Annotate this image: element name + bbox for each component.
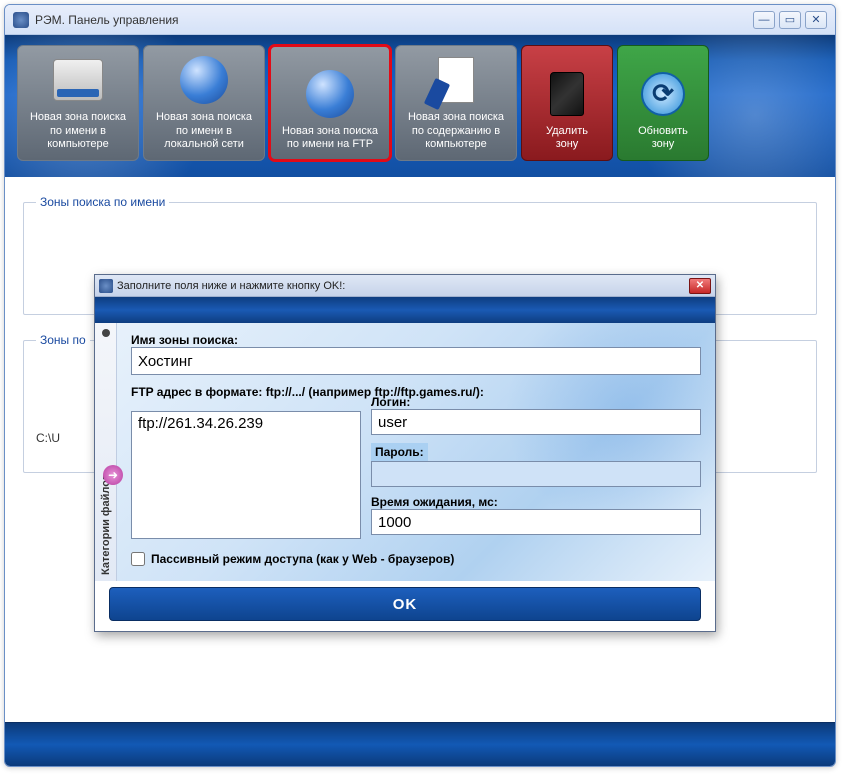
toolbar-label: Новая зона поиска по имени в компьютере — [30, 111, 126, 152]
dialog-stripe — [95, 297, 715, 323]
passive-mode-label: Пассивный режим доступа (как у Web - бра… — [151, 552, 454, 566]
toolbar-label: Удалить зону — [546, 125, 588, 153]
toolbar: Новая зона поиска по имени в компьютере Н… — [5, 35, 835, 177]
passive-mode-checkbox[interactable] — [131, 552, 145, 566]
group-legend-name: Зоны поиска по имени — [36, 195, 169, 209]
login-input[interactable] — [371, 409, 701, 435]
globe-icon — [300, 69, 360, 119]
doc-icon — [426, 55, 486, 105]
ftp-zone-dialog: Заполните поля ниже и нажмите кнопку OK!… — [94, 274, 716, 632]
ok-button[interactable]: OK — [109, 587, 701, 621]
close-button[interactable]: ✕ — [805, 11, 827, 29]
dialog-close-button[interactable]: ✕ — [689, 278, 711, 294]
globe-icon — [174, 55, 234, 105]
dialog-title: Заполните поля ниже и нажмите кнопку OK!… — [117, 280, 689, 292]
toolbar-label: Новая зона поиска по содержанию в компью… — [408, 111, 504, 152]
app-icon — [13, 12, 29, 28]
refresh-icon: ⟳ — [633, 69, 693, 119]
hdd-icon — [48, 55, 108, 105]
maximize-button[interactable]: ▭ — [779, 11, 801, 29]
window-title: РЭМ. Панель управления — [35, 13, 753, 27]
password-label: Пароль: — [371, 443, 428, 461]
toolbar-label: Новая зона поиска по имени на FTP — [282, 125, 378, 153]
toolbar-new-zone-computer[interactable]: Новая зона поиска по имени в компьютере — [17, 45, 139, 161]
toolbar-new-zone-content[interactable]: Новая зона поиска по содержанию в компью… — [395, 45, 517, 161]
trash-icon — [537, 69, 597, 119]
sidebar-label: Категории файлов — [100, 343, 112, 575]
toolbar-new-zone-ftp[interactable]: Новая зона поиска по имени на FTP — [269, 45, 391, 161]
zone-name-input[interactable] — [131, 347, 701, 375]
password-input[interactable] — [371, 461, 701, 487]
toolbar-new-zone-lan[interactable]: Новая зона поиска по имени в локальной с… — [143, 45, 265, 161]
dialog-icon — [99, 279, 113, 293]
ftp-address-input[interactable] — [131, 411, 361, 539]
login-label: Логин: — [371, 395, 701, 409]
dialog-titlebar: Заполните поля ниже и нажмите кнопку OK!… — [95, 275, 715, 297]
dialog-sidebar[interactable]: Категории файлов — [95, 323, 117, 581]
timeout-label: Время ожидания, мс: — [371, 495, 701, 509]
toolbar-refresh-zone[interactable]: ⟳ Обновить зону — [617, 45, 709, 161]
toolbar-delete-zone[interactable]: Удалить зону — [521, 45, 613, 161]
sidebar-expand-button[interactable]: ➜ — [103, 465, 123, 485]
timeout-input[interactable] — [371, 509, 701, 535]
dialog-form: Имя зоны поиска: FTP адрес в формате: ft… — [117, 323, 715, 581]
zone-name-label: Имя зоны поиска: — [131, 333, 701, 347]
toolbar-label: Обновить зону — [638, 125, 688, 153]
minimize-button[interactable]: — — [753, 11, 775, 29]
group-legend-content: Зоны по — [36, 333, 90, 347]
toolbar-label: Новая зона поиска по имени в локальной с… — [156, 111, 252, 152]
sidebar-dot-icon — [102, 329, 110, 337]
titlebar: РЭМ. Панель управления — ▭ ✕ — [5, 5, 835, 35]
footer-bar — [5, 722, 835, 766]
